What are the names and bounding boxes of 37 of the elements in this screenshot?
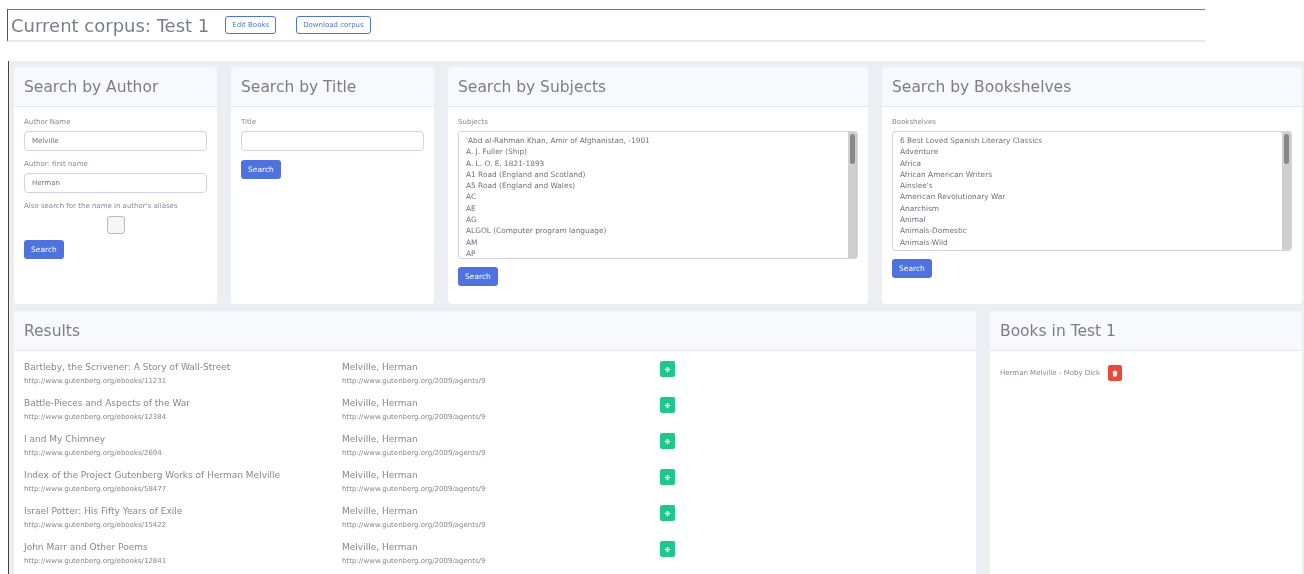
card-title: Results <box>24 321 80 340</box>
plus-icon <box>664 437 671 445</box>
plus-icon <box>664 545 671 553</box>
author-link[interactable]: Melville, Herman <box>342 432 660 446</box>
book-title-link[interactable]: Bartleby, the Scrivener: A Story of Wall-Street <box>24 360 342 374</box>
add-button[interactable] <box>660 469 675 485</box>
book-title-link[interactable]: Index of the Project Gutenberg Works of Herman Melville <box>24 468 342 482</box>
plus-icon <box>664 473 671 481</box>
page-title: Current corpus: Test 1 <box>11 14 210 36</box>
author-link[interactable]: Melville, Herman <box>342 504 660 518</box>
card-title: Search by Bookshelves <box>892 77 1072 96</box>
input-field[interactable] <box>241 131 424 151</box>
trash-icon <box>1112 369 1119 377</box>
author-link[interactable]: Melville, Herman <box>342 360 660 374</box>
scrollbar[interactable] <box>848 132 857 258</box>
card-title: Search by Title <box>241 77 357 96</box>
book-title-link[interactable]: Battle-Pieces and Aspects of the War <box>24 396 342 410</box>
alias-checkbox[interactable] <box>106 216 125 234</box>
add-button[interactable] <box>660 397 675 413</box>
add-button[interactable] <box>660 505 675 521</box>
card-title: Books in Test 1 <box>1000 321 1116 340</box>
card-title: Search by Subjects <box>458 77 607 96</box>
plus-icon <box>664 509 671 517</box>
plus-icon <box>664 401 671 409</box>
scrollbar[interactable] <box>1282 132 1291 250</box>
add-button[interactable] <box>660 361 675 377</box>
book-title-link[interactable]: I and My Chimney <box>24 432 342 446</box>
add-button[interactable] <box>660 433 675 449</box>
author-link[interactable]: Melville, Herman <box>342 396 660 410</box>
book-title-link[interactable]: John Marr and Other Poems <box>24 540 342 554</box>
plus-icon <box>664 365 671 373</box>
add-button[interactable] <box>660 541 675 557</box>
author-link[interactable]: Melville, Herman <box>342 540 660 554</box>
author-link[interactable]: Melville, Herman <box>342 468 660 482</box>
delete-button[interactable] <box>1108 365 1123 381</box>
book-title-link[interactable]: Israel Potter: His Fifty Years of Exile <box>24 504 342 518</box>
card-title: Search by Author <box>24 77 159 96</box>
